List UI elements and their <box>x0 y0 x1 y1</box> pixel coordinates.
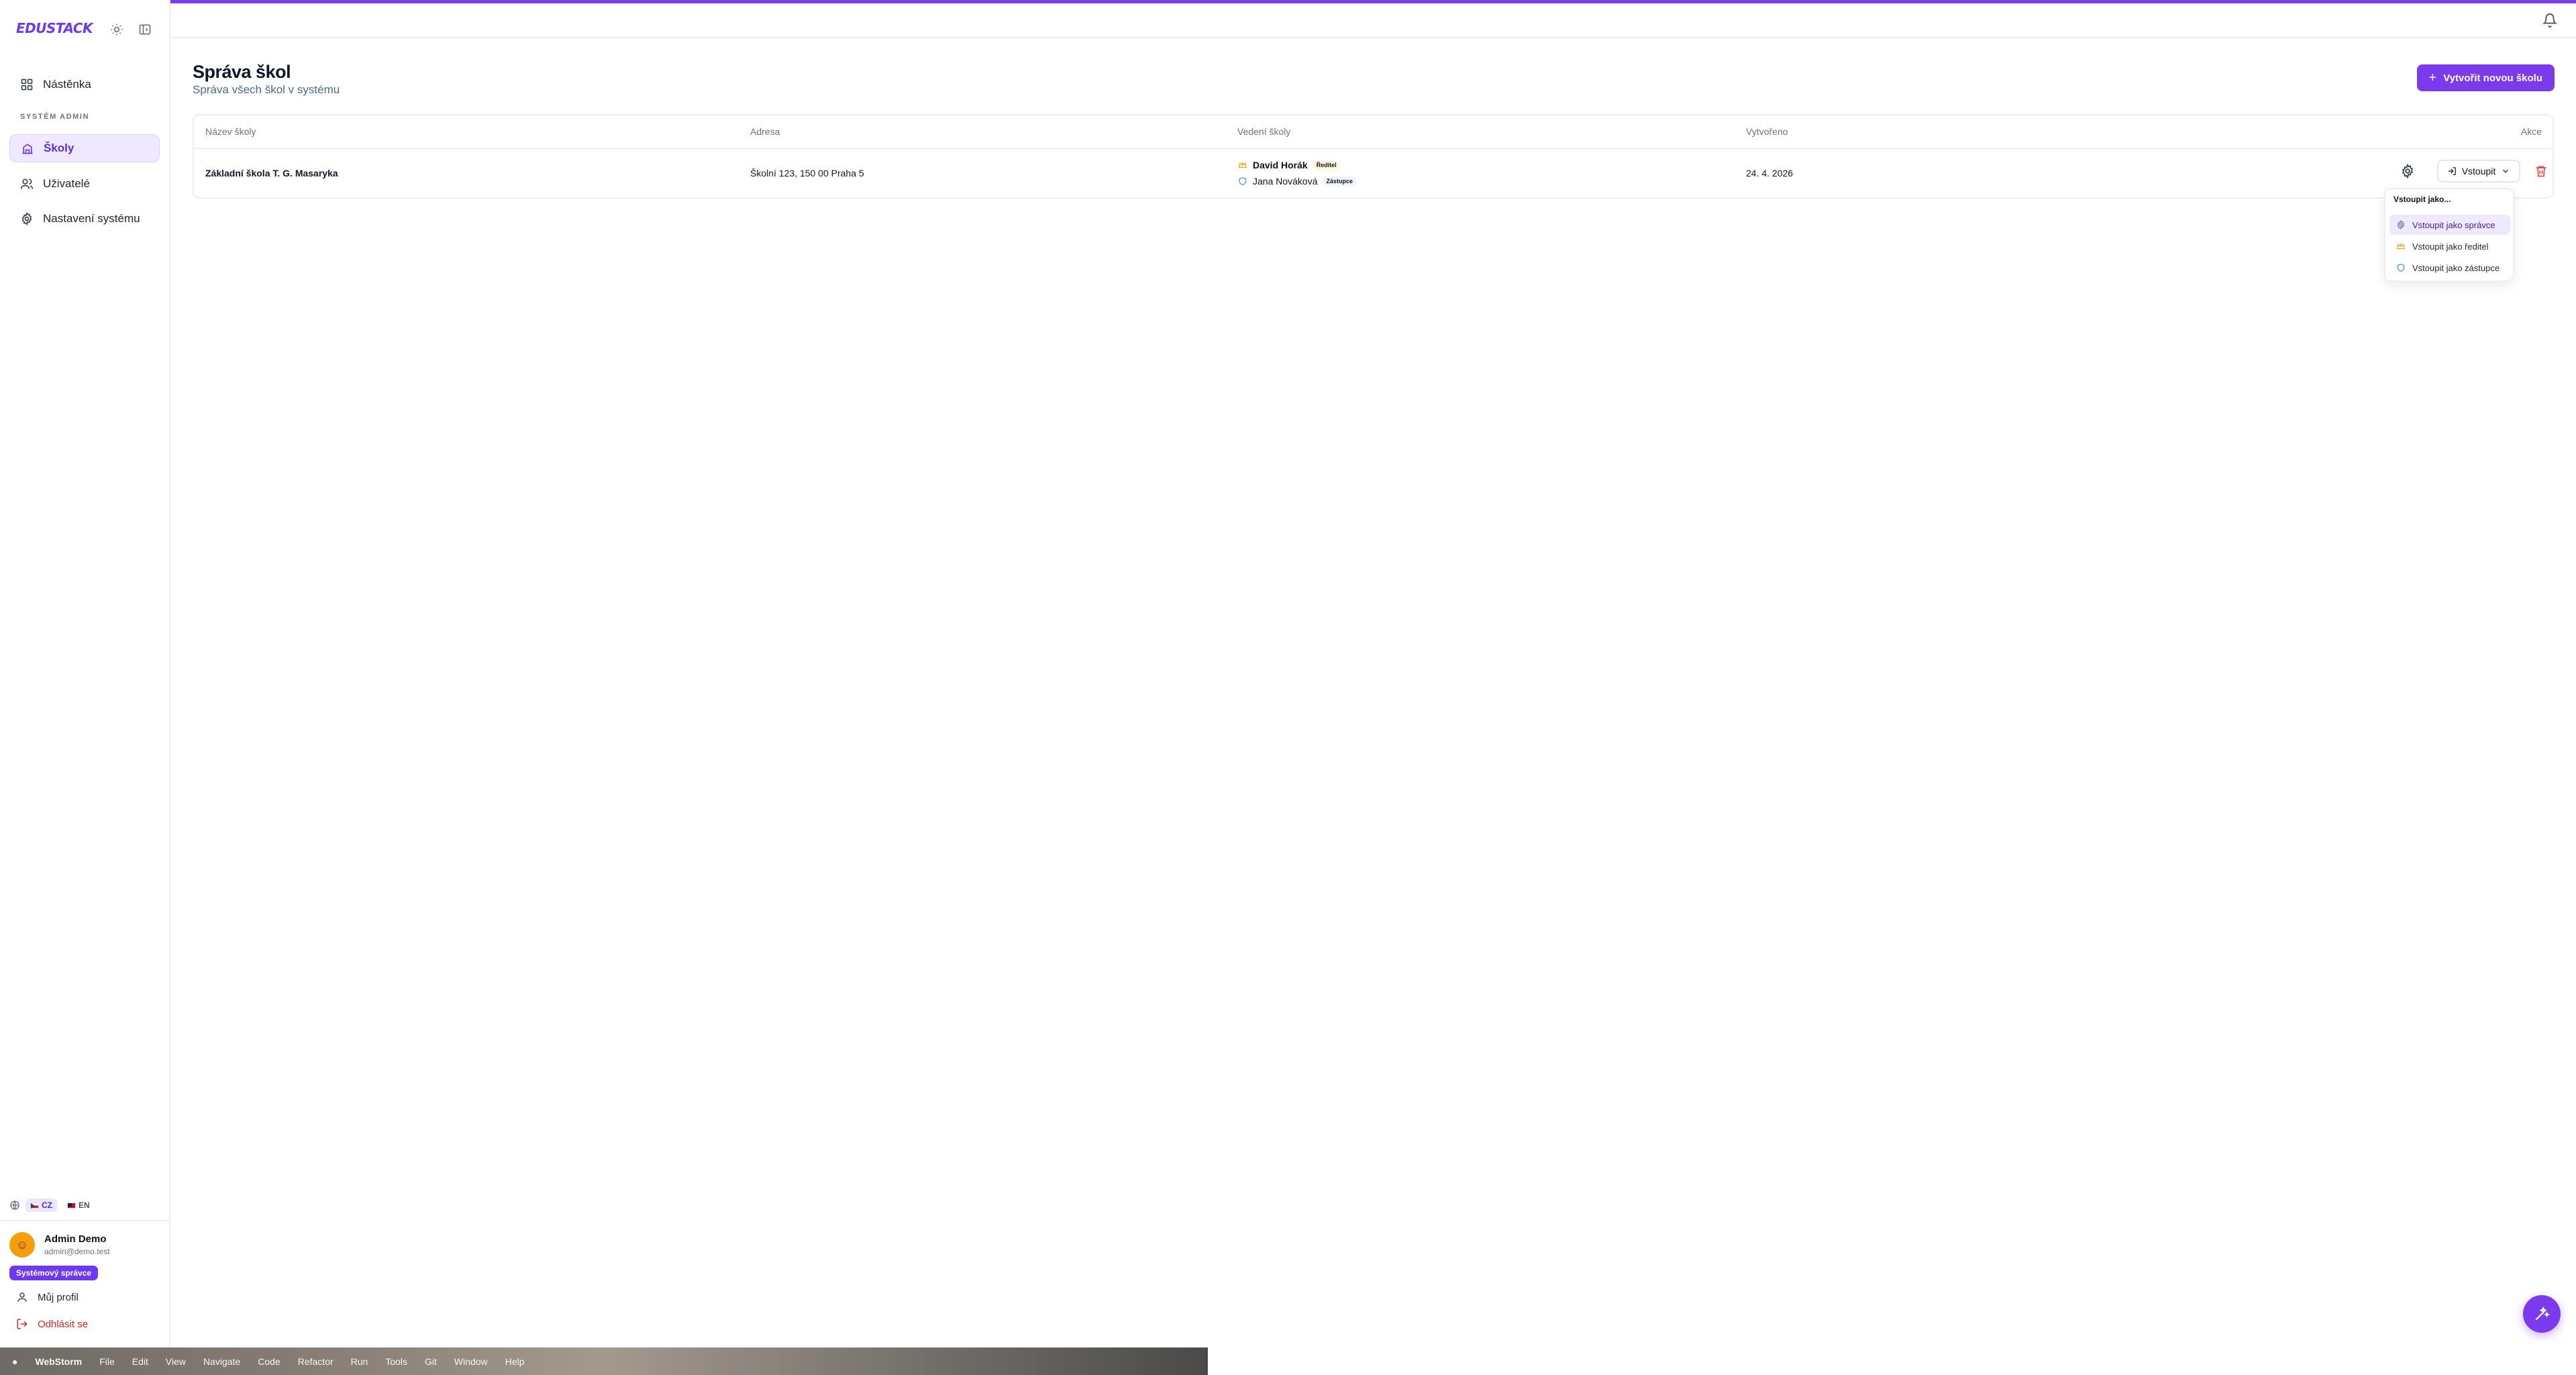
sidebar-top-icons <box>110 23 152 36</box>
sidebar-item-dashboard[interactable]: Nástěnka <box>9 70 160 99</box>
role-tag: Zástupce <box>1323 176 1357 186</box>
cz-flag-icon <box>30 1202 39 1209</box>
en-flag-icon <box>67 1202 76 1209</box>
apple-icon[interactable]: ● <box>12 1356 17 1367</box>
menu-item-label: Vstoupit jako ředitel <box>2412 241 2489 252</box>
logout-link[interactable]: Odhlásit se <box>16 1318 88 1330</box>
sidebar-item-settings[interactable]: Nastavení systému <box>9 205 160 233</box>
sidebar-item-users[interactable]: Uživatelé <box>9 170 160 198</box>
os-menu-bar: ● WebStorm File Edit View Navigate Code … <box>0 1347 1208 1375</box>
os-menu-item[interactable]: Window <box>454 1356 488 1367</box>
enter-school-dropdown-button[interactable]: Vstoupit <box>2437 160 2520 183</box>
page-title: Správa škol <box>193 62 291 82</box>
column-header[interactable]: Název školy <box>205 126 256 137</box>
create-school-button[interactable]: + Vytvořit novou školu <box>2416 64 2555 91</box>
leader-name: David Horák <box>1253 160 1308 170</box>
enter-label: Vstoupit <box>2461 166 2496 176</box>
globe-icon <box>10 1201 19 1210</box>
trash-icon[interactable] <box>2534 164 2548 179</box>
menu-item-enter-as-admin[interactable]: Vstoupit jako správce <box>2389 215 2510 235</box>
user-block: ☺ Admin Demo admin@demo.test Systémový s… <box>0 1220 170 1347</box>
leader-deputy: Jana Nováková Zástupce <box>1238 176 1357 187</box>
header-divider <box>194 148 2553 149</box>
os-menu-app[interactable]: WebStorm <box>35 1356 82 1367</box>
crown-icon <box>2397 242 2405 250</box>
gear-icon <box>21 212 32 225</box>
school-name: Základní škola T. G. Masaryka <box>205 168 338 179</box>
avatar[interactable]: ☺ <box>9 1232 35 1258</box>
column-header: Akce <box>2520 126 2542 137</box>
brand-logo[interactable]: EDUSTACK <box>16 20 93 36</box>
sidebar-item-label: Školy <box>44 142 74 154</box>
os-menu-item[interactable]: View <box>166 1356 186 1367</box>
sidebar-item-schools[interactable]: Školy <box>9 134 160 162</box>
school-address: Školní 123, 150 00 Praha 5 <box>750 168 864 179</box>
menu-item-label: Vstoupit jako zástupce <box>2412 262 2500 273</box>
profile-link[interactable]: Můj profil <box>16 1291 79 1303</box>
column-header[interactable]: Adresa <box>750 126 780 137</box>
create-school-label: Vytvořit novou školu <box>2443 72 2542 84</box>
os-menu-item[interactable]: File <box>99 1356 115 1367</box>
section-label: SYSTÉM ADMIN <box>20 113 90 121</box>
user-icon <box>17 1292 27 1302</box>
sidebar-item-label: Uživatelé <box>43 177 90 190</box>
users-icon <box>20 179 34 189</box>
os-menu-item[interactable]: Code <box>258 1356 280 1367</box>
menu-item-enter-as-director[interactable]: Vstoupit jako ředitel <box>2389 236 2510 256</box>
sidebar-toggle-icon[interactable] <box>138 23 152 36</box>
schools-table: Název školy Adresa Vedení školy Vytvořen… <box>193 114 2554 199</box>
language-switcher: CZ EN <box>9 1199 95 1212</box>
menu-item-enter-as-deputy[interactable]: Vstoupit jako zástupce <box>2389 258 2510 278</box>
enter-as-menu: Vstoupit jako... Vstoupit jako správce V… <box>2384 188 2514 282</box>
crown-icon <box>1239 161 1247 168</box>
user-name: Admin Demo <box>44 1233 107 1245</box>
menu-item-label: Vstoupit jako správce <box>2412 219 2495 230</box>
os-menu-item[interactable]: Tools <box>385 1356 407 1367</box>
lang-cz-button[interactable]: CZ <box>25 1199 57 1212</box>
leader-director: David Horák Ředitel <box>1238 160 1340 170</box>
os-menu-item[interactable]: Run <box>351 1356 368 1367</box>
chevron-down-icon <box>2503 169 2509 173</box>
user-email: admin@demo.test <box>44 1247 110 1256</box>
role-badge: Systémový správce <box>9 1266 99 1280</box>
lang-cz-label: CZ <box>42 1201 52 1210</box>
magic-wand-icon <box>2535 1306 2550 1321</box>
sidebar-item-label: Nástěnka <box>43 78 91 91</box>
os-menu-item[interactable]: Navigate <box>203 1356 240 1367</box>
page-subtitle: Správa všech škol v systému <box>193 83 340 96</box>
column-header[interactable]: Vytvořeno <box>1746 126 1788 137</box>
bell-icon[interactable] <box>2542 13 2557 28</box>
top-bar <box>170 3 2576 38</box>
lang-en-label: EN <box>79 1201 90 1210</box>
school-icon <box>22 144 33 154</box>
created-date: 24. 4. 2026 <box>1746 168 1794 179</box>
plus-icon: + <box>2428 70 2437 85</box>
gear-icon <box>2397 220 2405 230</box>
dashboard-icon <box>21 79 33 91</box>
os-menu-item[interactable]: Edit <box>132 1356 148 1367</box>
role-tag: Ředitel <box>1312 160 1340 170</box>
logout-icon <box>17 1319 28 1329</box>
school-settings-gear-icon[interactable] <box>2400 164 2415 179</box>
os-menu-item[interactable]: Help <box>505 1356 525 1367</box>
shield-icon <box>2397 264 2405 272</box>
profile-label: Můj profil <box>38 1291 79 1303</box>
ai-assistant-button[interactable] <box>2523 1295 2561 1333</box>
os-menu-item[interactable]: Git <box>425 1356 437 1367</box>
logout-label: Odhlásit se <box>38 1318 89 1330</box>
sun-icon[interactable] <box>110 23 123 36</box>
leader-name: Jana Nováková <box>1253 176 1318 187</box>
shield-icon <box>1239 177 1247 185</box>
sidebar: EDUSTACK Nástěnka SYSTÉM ADMIN Školy Uži… <box>0 0 170 1347</box>
lang-en-button[interactable]: EN <box>62 1199 95 1212</box>
column-header[interactable]: Vedení školy <box>1237 126 1290 137</box>
sidebar-item-label: Nastavení systému <box>43 212 140 225</box>
login-icon <box>2448 167 2456 175</box>
menu-title: Vstoupit jako... <box>2393 195 2451 204</box>
os-menu-item[interactable]: Refactor <box>298 1356 333 1367</box>
